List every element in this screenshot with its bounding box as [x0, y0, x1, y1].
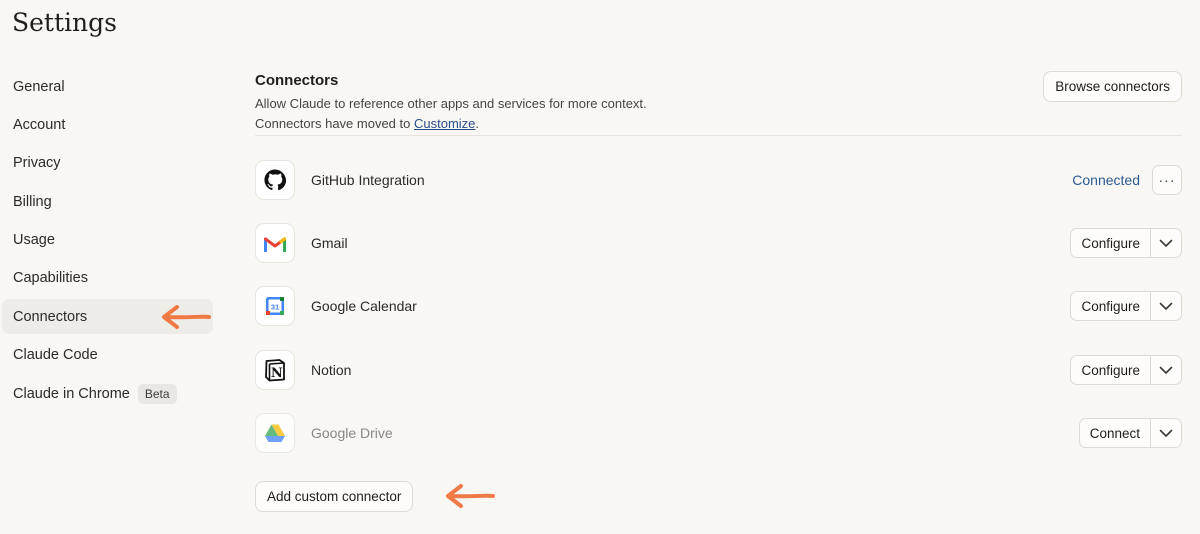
- configure-button[interactable]: Configure: [1071, 229, 1151, 257]
- calendar-day-text: 31: [271, 303, 279, 312]
- connector-name: Gmail: [311, 235, 348, 251]
- google-calendar-icon: 31: [255, 286, 295, 326]
- connector-name: GitHub Integration: [311, 172, 425, 188]
- beta-badge: Beta: [137, 383, 177, 404]
- connector-name: Google Calendar: [311, 298, 417, 314]
- configure-split-button: Configure: [1070, 228, 1182, 258]
- connector-row-google-calendar: 31 Google Calendar Configure: [255, 285, 1182, 327]
- connector-name: Notion: [311, 362, 352, 378]
- chevron-down-icon[interactable]: [1151, 356, 1181, 384]
- sidebar-item-label: Claude in Chrome: [13, 385, 130, 402]
- gmail-icon: [255, 223, 295, 263]
- browse-connectors-button[interactable]: Browse connectors: [1043, 71, 1182, 102]
- settings-page: Settings General Account Privacy Billing…: [0, 0, 1200, 534]
- section-divider: [255, 135, 1182, 136]
- chevron-down-icon[interactable]: [1151, 229, 1181, 257]
- connector-row-google-drive: Google Drive Connect: [255, 412, 1182, 454]
- description-line-2-prefix: Connectors have moved to: [255, 115, 414, 131]
- annotation-arrow-icon: [446, 484, 495, 508]
- connector-row-gmail: Gmail Configure: [255, 222, 1182, 264]
- connector-row-github: GitHub Integration Connected ···: [255, 159, 1182, 201]
- github-icon: [255, 160, 295, 200]
- more-options-button[interactable]: ···: [1152, 165, 1182, 195]
- sidebar-item-claude-in-chrome[interactable]: Claude in Chrome Beta: [2, 376, 213, 411]
- connector-row-notion: N Notion Configure: [255, 349, 1182, 391]
- sidebar-item-label: Connectors: [13, 308, 88, 325]
- sidebar-item-label: Billing: [13, 193, 52, 210]
- notion-letter: N: [271, 366, 283, 381]
- configure-button[interactable]: Configure: [1071, 292, 1151, 320]
- sidebar-item-label: Privacy: [13, 155, 61, 172]
- notion-icon: N: [255, 350, 295, 390]
- connect-button[interactable]: Connect: [1080, 419, 1151, 447]
- chevron-down-icon[interactable]: [1151, 419, 1181, 447]
- sidebar-item-billing[interactable]: Billing: [2, 184, 213, 219]
- sidebar-item-privacy[interactable]: Privacy: [2, 146, 213, 181]
- add-custom-connector-button[interactable]: Add custom connector: [255, 481, 414, 512]
- sidebar-item-label: Account: [13, 116, 66, 133]
- chevron-down-icon[interactable]: [1151, 292, 1181, 320]
- description-line-2-suffix: .: [475, 115, 480, 131]
- sidebar-item-general[interactable]: General: [2, 69, 213, 104]
- configure-button[interactable]: Configure: [1071, 356, 1151, 384]
- sidebar-item-usage[interactable]: Usage: [2, 223, 213, 258]
- connectors-section: Connectors Allow Claude to reference oth…: [255, 68, 1182, 512]
- annotation-arrow-icon: [162, 305, 211, 330]
- sidebar-item-label: Usage: [13, 232, 55, 249]
- sidebar-item-label: Claude Code: [13, 347, 98, 364]
- page-title: Settings: [12, 8, 117, 37]
- connector-name: Google Drive: [311, 425, 393, 441]
- configure-split-button: Configure: [1070, 355, 1182, 385]
- sidebar-item-label: Capabilities: [13, 270, 88, 287]
- section-description: Allow Claude to reference other apps and…: [255, 94, 1182, 133]
- connected-status[interactable]: Connected: [1072, 172, 1140, 188]
- configure-split-button: Configure: [1070, 291, 1182, 321]
- settings-sidebar: General Account Privacy Billing Usage Ca…: [0, 69, 215, 415]
- customize-link[interactable]: Customize: [414, 116, 475, 131]
- connect-split-button: Connect: [1078, 418, 1182, 448]
- sidebar-item-capabilities[interactable]: Capabilities: [2, 261, 213, 296]
- sidebar-item-label: General: [13, 78, 65, 95]
- sidebar-item-account[interactable]: Account: [2, 107, 213, 142]
- sidebar-item-connectors[interactable]: Connectors: [2, 299, 213, 335]
- sidebar-item-claude-code[interactable]: Claude Code: [2, 338, 213, 373]
- google-drive-icon: [255, 413, 295, 453]
- description-line-1: Allow Claude to reference other apps and…: [255, 96, 647, 111]
